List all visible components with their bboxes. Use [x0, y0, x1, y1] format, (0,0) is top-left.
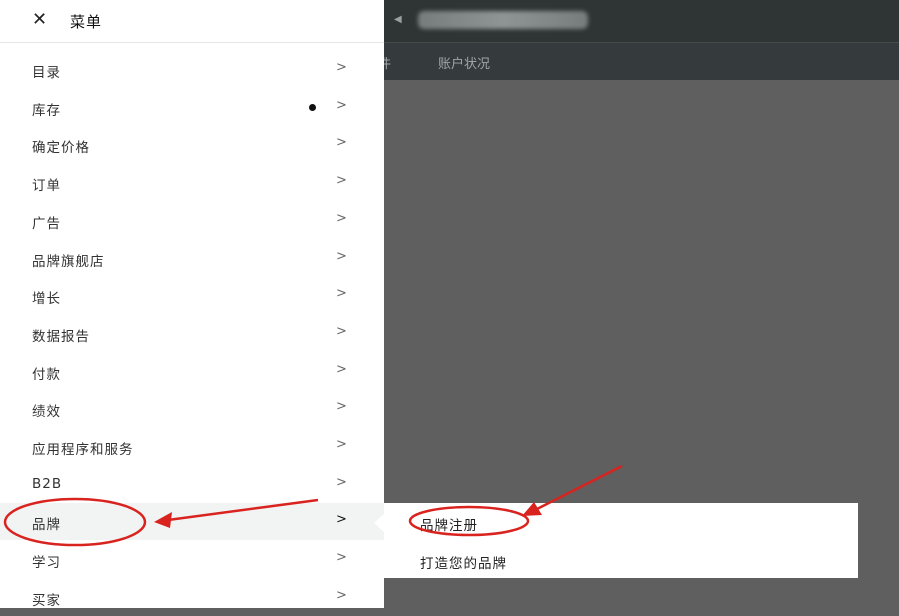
- chevron-right-icon: >: [336, 587, 347, 603]
- menu-item-label: 买家: [32, 592, 61, 609]
- chevron-right-icon: >: [336, 210, 347, 226]
- menu-item-label: 增长: [32, 291, 61, 308]
- menu-item[interactable]: 付款 >: [0, 353, 384, 390]
- chevron-right-icon: >: [336, 437, 347, 452]
- brand-submenu: 品牌注册 打造您的品牌: [384, 503, 858, 578]
- chevron-right-icon: >: [336, 248, 347, 264]
- chevron-right-icon: >: [336, 361, 347, 377]
- chevron-right-icon: >: [336, 97, 347, 113]
- menu-item[interactable]: 品牌旗舰店 >: [0, 240, 384, 277]
- close-icon[interactable]: ✕: [32, 10, 47, 30]
- menu-item[interactable]: 数据报告 >: [0, 315, 384, 352]
- menu-item[interactable]: 买家 >: [0, 579, 384, 616]
- chevron-right-icon: >: [336, 135, 347, 151]
- menu-item[interactable]: 确定价格 >: [0, 126, 384, 163]
- menu-item-label: 学习: [32, 555, 61, 572]
- menu-item-label: 绩效: [32, 404, 61, 421]
- menu-item[interactable]: 学习 >: [0, 541, 384, 578]
- chevron-right-icon: >: [336, 60, 347, 75]
- menu-item-label: 库存: [32, 102, 61, 119]
- menu-item-label: 确定价格: [32, 140, 90, 157]
- submenu-item-brand-registry[interactable]: 品牌注册: [420, 514, 478, 534]
- menu-header: ✕ 菜单: [0, 0, 384, 43]
- menu-item-label: B2B: [32, 475, 63, 492]
- menu-item[interactable]: 目录 >: [0, 51, 384, 88]
- menu-item-label: 应用程序和服务: [32, 442, 134, 458]
- menu-item-label: 品牌: [32, 517, 61, 534]
- menu-item[interactable]: 广告 >: [0, 202, 384, 239]
- menu-item-label: 目录: [32, 65, 61, 81]
- menu-item[interactable]: 应用程序和服务 >: [0, 428, 384, 465]
- chevron-right-icon: >: [336, 323, 347, 339]
- blurred-account-name: [418, 11, 588, 29]
- chevron-right-icon: >: [336, 286, 347, 302]
- chevron-right-icon: >: [336, 173, 347, 189]
- back-arrow-icon[interactable]: ◀: [394, 14, 402, 25]
- menu-item[interactable]: B2B >: [0, 466, 384, 503]
- side-menu: ✕ 菜单 目录 > 库存 > 确定价格 > 订单 > 广告 > 品牌旗舰店 > 增长 > 数据报告 > 付款 > 绩…: [0, 0, 384, 609]
- menu-item-label: 广告: [32, 215, 61, 232]
- chevron-right-icon: >: [336, 550, 347, 566]
- menu-title: 菜单: [70, 13, 103, 31]
- chevron-right-icon: >: [336, 512, 347, 528]
- menu-item-label: 数据报告: [32, 328, 90, 345]
- menu-item-label: 品牌旗舰店: [32, 253, 105, 270]
- menu-item[interactable]: 订单 >: [0, 164, 384, 201]
- app-navbar: 件 账户状况: [378, 42, 899, 81]
- app-topbar: ◀: [384, 0, 899, 42]
- menu-item-label: 订单: [32, 178, 61, 195]
- menu-item[interactable]: 增长 >: [0, 277, 384, 314]
- menu-item[interactable]: 品牌 >: [0, 503, 384, 541]
- menu-item-label: 付款: [32, 366, 61, 383]
- menu-item[interactable]: 绩效 >: [0, 390, 384, 427]
- nav-tab-account-health[interactable]: 账户状况: [438, 53, 490, 72]
- menu-item[interactable]: 库存 >: [0, 89, 384, 126]
- notification-dot-icon: [309, 103, 316, 111]
- chevron-right-icon: >: [336, 399, 347, 415]
- submenu-pointer: [374, 514, 384, 532]
- chevron-right-icon: >: [336, 474, 347, 490]
- submenu-item-build-your-brand[interactable]: 打造您的品牌: [420, 552, 507, 572]
